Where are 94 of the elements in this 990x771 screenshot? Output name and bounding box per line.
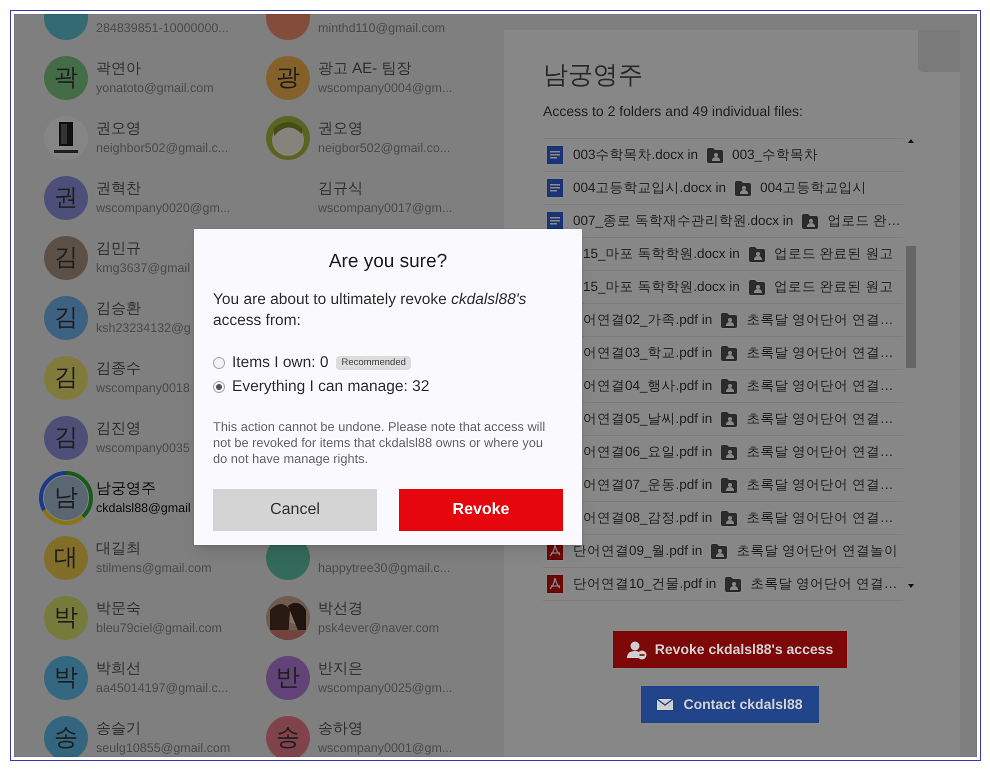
file-name: 단어연결09_월.pdf in	[573, 542, 702, 560]
contact-name: 김민규	[96, 239, 142, 259]
contact-name: 곽연아	[96, 59, 142, 79]
option-label: Everything I can manage: 32	[232, 377, 430, 398]
avatar: 반	[266, 656, 310, 700]
recommended-badge: Recommended	[336, 356, 411, 370]
shared-folder-icon	[720, 378, 738, 394]
contact-name: 박선경	[318, 599, 364, 619]
shared-folder-icon	[720, 444, 738, 460]
contact-name: 반지은	[318, 659, 364, 679]
contact-name: 박희선	[96, 659, 142, 679]
avatar: 김	[44, 416, 88, 460]
avatar: 송	[44, 716, 88, 757]
document-icon	[547, 179, 563, 197]
shared-folder-icon	[720, 312, 738, 328]
folder-name: 업로드 완료된 원고	[774, 278, 894, 296]
folder-name: 003_수학목차	[732, 146, 818, 164]
contact-name: 송하영	[318, 719, 364, 739]
contact-button[interactable]: Contact ckdalsl88	[641, 686, 819, 723]
file-name: 어연결04_행사.pdf in	[583, 376, 712, 395]
shared-folder-icon	[720, 510, 738, 526]
shared-folder-icon	[720, 344, 738, 362]
option-label: Items I own: 0	[232, 353, 328, 374]
file-name: 어연결07_운동.pdf in	[583, 476, 712, 494]
contact-email: ckdalsl88@gmail	[96, 500, 191, 517]
avatar: 송	[266, 716, 310, 757]
folder-name: 초록달 영어단어 연결…	[746, 376, 894, 395]
dialog-message: You are about to ultimately revoke ckdalsl88's access from:	[213, 290, 528, 331]
avatar: 김	[44, 356, 88, 400]
contact-name: 광고 AE- 팀장	[318, 59, 412, 79]
avatar: 권	[44, 176, 88, 220]
contact-name: 권오영	[96, 119, 142, 139]
pdf-icon	[547, 575, 563, 593]
file-name: 어연결06_요일.pdf in	[583, 442, 712, 461]
avatar: 박	[44, 656, 88, 700]
shared-folder-icon	[706, 146, 724, 164]
shared-folder-icon	[748, 278, 766, 296]
folder-name: 업로드 완…	[827, 212, 901, 230]
folder-name: 초록달 영어단어 연결…	[746, 310, 894, 329]
file-name: 003수학목차.docx in	[573, 146, 698, 164]
folder-name: 업로드 완료된 원고	[774, 244, 894, 263]
avatar: 곽	[44, 56, 88, 100]
contact-name: 권혁찬	[96, 179, 142, 199]
envelope-icon	[657, 698, 674, 711]
file-name: 어연결02_가족.pdf in	[583, 310, 712, 329]
document-icon	[547, 212, 563, 230]
document-icon	[547, 146, 563, 164]
contact-name: 박문숙	[96, 599, 142, 619]
radio-button[interactable]	[213, 381, 225, 393]
dialog-note: This action cannot be undone. Please note that access will not be revoked for items that ckdalsl88 owns or where you do not have manage rights.	[213, 419, 546, 467]
file-name: 15_마포 독학학원.docx in	[583, 244, 740, 263]
shared-folder-icon	[724, 576, 742, 592]
file-name: 007_종로 독학재수관리학원.docx in	[573, 212, 794, 230]
dialog-title: Are you sure?	[328, 250, 448, 274]
folder-name: 초록달 영어단어 연결…	[746, 508, 894, 527]
folder-name: 초록달 영어단어 연결…	[750, 574, 898, 593]
folder-name: 초록달 영어단어 연결놀이	[736, 542, 898, 560]
file-name: 어연결03_학교.pdf in	[583, 344, 712, 362]
folder-name: 초록달 영어단어 연결…	[746, 442, 894, 461]
shared-folder-icon	[801, 212, 820, 230]
radio-button[interactable]	[213, 357, 225, 369]
file-name: 단어연결10_건물.pdf in	[573, 574, 716, 593]
revoke-access-button[interactable]: Revoke ckdalsl88's access	[612, 631, 848, 668]
access-summary: Access to 2 folders and 49 individual files:	[543, 102, 804, 121]
contact-name: 김승환	[96, 299, 142, 319]
folder-name: 초록달 영어단어 연결…	[746, 476, 894, 494]
folder-name: 004고등학교입시	[760, 178, 867, 197]
contact-name: 김규식	[318, 179, 364, 199]
contact-name: 대길최	[96, 539, 142, 559]
shared-folder-icon	[720, 476, 738, 494]
contact-name: 남궁영주	[96, 479, 157, 499]
avatar: 대	[44, 536, 88, 580]
shared-folder-icon	[710, 542, 728, 560]
file-name: 15_마포 독학학원.docx in	[583, 278, 740, 296]
folder-name: 초록달 영어단어 연결…	[746, 344, 894, 362]
file-name: 어연결05_날씨.pdf in	[583, 410, 712, 428]
contact-name: 김진영	[96, 419, 142, 439]
avatar: 김	[44, 236, 88, 280]
shared-folder-icon	[720, 410, 738, 428]
remove-user-icon	[626, 640, 647, 660]
file-name: 어연결08_감정.pdf in	[583, 508, 712, 527]
avatar: 박	[44, 596, 88, 640]
contact-name: 권오영	[318, 119, 364, 139]
file-name: 004고등학교입시.docx in	[573, 178, 726, 197]
avatar: 광	[266, 56, 310, 100]
contact-name: 송슬기	[96, 719, 142, 739]
revoke-button[interactable]: Revoke	[399, 489, 563, 531]
shared-folder-icon	[734, 180, 752, 196]
cancel-button[interactable]: Cancel	[213, 489, 377, 531]
contact-name: 김종수	[96, 359, 142, 379]
avatar: 김	[44, 296, 88, 340]
shared-folder-icon	[748, 246, 766, 262]
folder-name: 초록달 영어단어 연결…	[746, 410, 894, 428]
panel-title: 남궁영주	[543, 60, 644, 91]
